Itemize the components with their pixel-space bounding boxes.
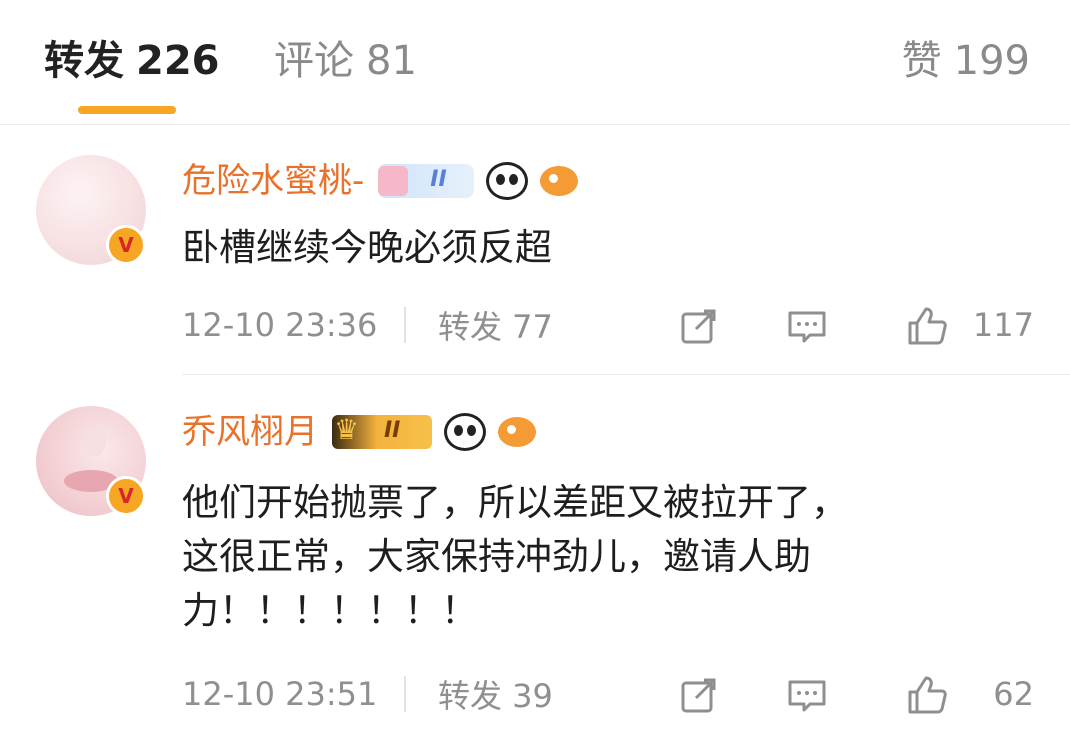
username[interactable]: 危险水蜜桃- xyxy=(182,161,364,201)
tab-repost[interactable]: 转发 226 xyxy=(44,34,220,88)
fish-icon xyxy=(540,166,579,196)
divider xyxy=(404,307,406,343)
timestamp: 12-10 23:36 xyxy=(182,306,378,344)
comment-text: 卧槽继续今晚必须反超 xyxy=(182,221,552,275)
verified-badge-icon: V xyxy=(106,225,146,265)
comment-divider xyxy=(182,374,1070,375)
comment-text-line: 力！！！！！！！ xyxy=(182,589,478,632)
crown-level-badge: ♛ II xyxy=(332,413,432,449)
like-count: 62 xyxy=(993,675,1034,713)
comment-text-line: 他们开始抛票了，所以差距又被拉开了， xyxy=(182,481,848,524)
comment-item: V 乔风栩月 ♛ II 他们开始抛票了，所以差距又被拉开了， 这很正常，大家保持冲… xyxy=(0,376,1070,756)
like-count: 117 xyxy=(972,306,1034,344)
comment-icon[interactable] xyxy=(786,674,828,716)
crown-icon: ♛ xyxy=(334,413,360,446)
comment-icon[interactable] xyxy=(786,305,828,347)
like-icon[interactable] xyxy=(906,305,948,347)
comment-header: 乔风栩月 ♛ II xyxy=(182,412,536,452)
share-icon[interactable] xyxy=(678,305,720,347)
timestamp: 12-10 23:51 xyxy=(182,675,378,713)
panda-icon xyxy=(486,162,529,200)
level-badge-label: II xyxy=(384,418,401,443)
tab-comments-label: 评论 xyxy=(274,38,354,84)
tab-repost-count: 226 xyxy=(136,38,220,84)
level-badge-label: II xyxy=(430,167,447,192)
tab-comments[interactable]: 评论 81 xyxy=(274,34,417,88)
tab-likes-count: 199 xyxy=(953,38,1030,84)
comment-text: 他们开始抛票了，所以差距又被拉开了， 这很正常，大家保持冲劲儿，邀请人助 力！！… xyxy=(182,476,848,638)
tab-repost-label: 转发 xyxy=(44,38,124,84)
tab-likes-label: 赞 xyxy=(901,38,942,84)
active-tab-indicator xyxy=(78,106,176,114)
comment-text-line: 卧槽继续今晚必须反超 xyxy=(182,226,552,269)
verified-badge-icon: V xyxy=(106,476,146,516)
repost-button[interactable]: 转发 77 xyxy=(438,307,553,347)
username[interactable]: 乔风栩月 xyxy=(182,412,318,452)
divider xyxy=(404,676,406,712)
avatar-nose xyxy=(84,426,106,456)
level-badge: II xyxy=(378,164,475,198)
comment-header: 危险水蜜桃- II xyxy=(182,161,579,201)
comment-text-line: 这很正常，大家保持冲劲儿，邀请人助 xyxy=(182,535,811,578)
cube-icon xyxy=(378,166,409,196)
tab-comments-count: 81 xyxy=(366,38,417,84)
share-icon[interactable] xyxy=(678,674,720,716)
tab-likes[interactable]: 赞 199 xyxy=(902,34,1030,88)
like-icon[interactable] xyxy=(906,674,948,716)
comment-meta: 12-10 23:36 转发 77 117 xyxy=(182,303,1034,347)
comment-meta: 12-10 23:51 转发 39 62 xyxy=(182,672,1034,716)
comment-item: V 危险水蜜桃- II 卧槽继续今晚必须反超 12-10 23:36 转发 77… xyxy=(0,125,1070,375)
panda-icon xyxy=(444,413,486,451)
tab-bar: 转发 226 评论 81 赞 199 xyxy=(0,0,1070,125)
repost-button[interactable]: 转发 39 xyxy=(438,676,553,716)
fish-icon xyxy=(498,417,536,447)
